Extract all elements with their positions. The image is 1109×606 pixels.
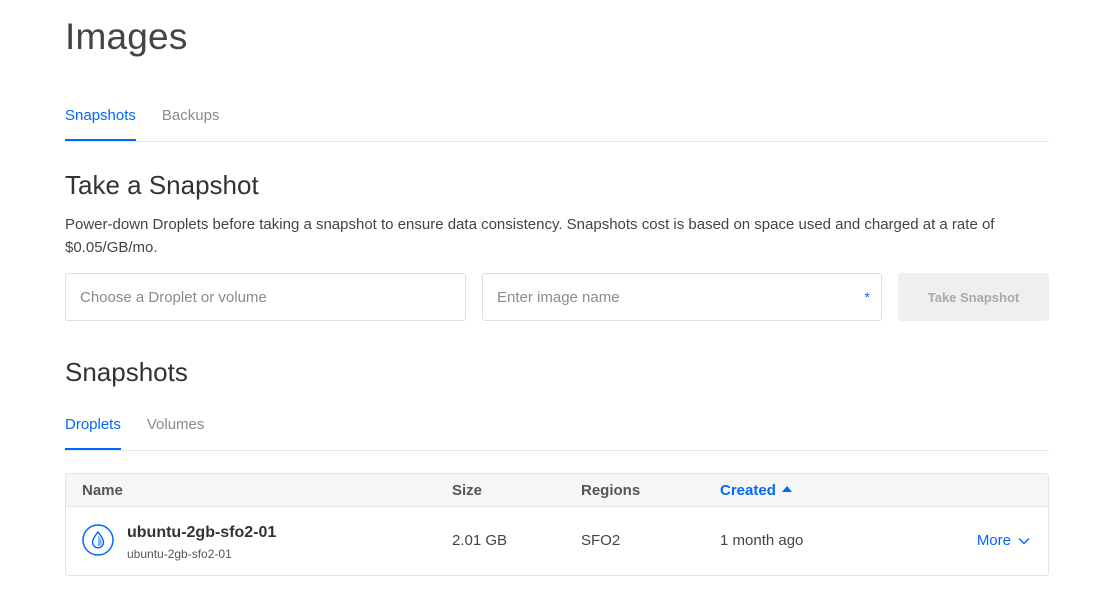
required-asterisk: * xyxy=(864,289,870,305)
images-tabs: Snapshots Backups xyxy=(65,104,1049,142)
more-label: More xyxy=(976,532,1011,549)
column-header-created[interactable]: Created xyxy=(720,482,792,499)
droplet-select[interactable] xyxy=(65,273,466,321)
column-header-size[interactable]: Size xyxy=(452,482,482,499)
droplet-icon xyxy=(82,524,114,556)
column-header-regions[interactable]: Regions xyxy=(581,482,640,499)
table-header: Name Size Regions Created xyxy=(66,474,1048,507)
snapshot-name[interactable]: ubuntu-2gb-sfo2-01 xyxy=(127,524,276,542)
tab-volumes[interactable]: Volumes xyxy=(147,413,205,450)
snapshot-source: ubuntu-2gb-sfo2-01 xyxy=(127,547,232,561)
snapshot-type-tabs: Droplets Volumes xyxy=(65,413,1049,451)
snapshots-heading: Snapshots xyxy=(65,357,188,387)
tab-snapshots[interactable]: Snapshots xyxy=(65,104,136,141)
column-header-name[interactable]: Name xyxy=(82,482,123,499)
snapshot-created: 1 month ago xyxy=(720,532,804,549)
tab-droplets[interactable]: Droplets xyxy=(65,413,121,450)
snapshot-size: 2.01 GB xyxy=(452,532,508,549)
image-name-input[interactable] xyxy=(483,274,881,320)
table-row: ubuntu-2gb-sfo2-01 ubuntu-2gb-sfo2-01 2.… xyxy=(66,507,1048,575)
droplet-select-input[interactable] xyxy=(66,274,465,320)
take-snapshot-button[interactable]: Take Snapshot xyxy=(898,273,1049,321)
take-snapshot-heading: Take a Snapshot xyxy=(65,170,259,200)
take-snapshot-description: Power-down Droplets before taking a snap… xyxy=(65,216,995,256)
tab-backups[interactable]: Backups xyxy=(162,104,220,141)
chevron-down-icon xyxy=(1018,537,1030,544)
snapshots-table: Name Size Regions Created ubuntu-2gb-sfo… xyxy=(65,473,1049,576)
more-menu-button[interactable]: More xyxy=(977,532,1030,549)
snapshot-region: SFO2 xyxy=(581,532,621,549)
page-title: Images xyxy=(65,16,188,57)
column-header-created-label: Created xyxy=(720,482,776,499)
sort-ascending-icon xyxy=(781,486,792,492)
images-page: Images Snapshots Backups Take a Snapshot… xyxy=(0,0,1109,606)
image-name-field[interactable]: * xyxy=(482,273,882,321)
